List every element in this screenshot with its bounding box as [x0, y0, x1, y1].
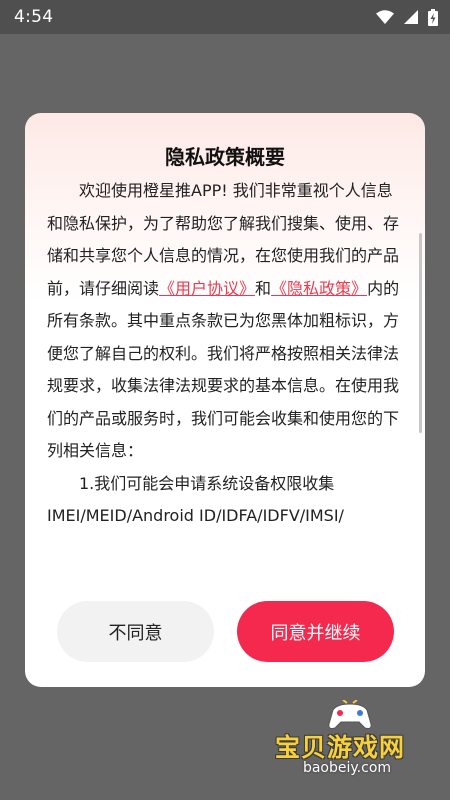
content-fade — [25, 553, 425, 599]
watermark: 宝贝游戏网 baobeiy.com — [275, 699, 445, 790]
terms-text: 内的所有条款。其中重点条款已为您黑体加粗标识，方便您了解自己的权利。我们将严格按… — [47, 278, 400, 461]
dialog-title: 隐私政策概要 — [165, 145, 285, 169]
policy-paragraph-intro: 欢迎使用橙星推APP! 我们非常重视个人信息和隐私保护，为了帮助您了解我们搜集、… — [47, 175, 405, 468]
signal-icon — [404, 10, 418, 24]
content-scrollbar[interactable] — [419, 233, 422, 433]
status-icons — [376, 8, 438, 26]
and-text: 和 — [255, 278, 272, 298]
watermark-text: 宝贝游戏网 — [275, 733, 406, 762]
user-agreement-link[interactable]: 《用户协议》 — [159, 279, 255, 298]
privacy-policy-dialog: 隐私政策概要 欢迎使用橙星推APP! 我们非常重视个人信息和隐私保护，为了帮助您… — [25, 113, 425, 687]
status-time: 4:54 — [14, 7, 54, 27]
watermark-url: baobeiy.com — [302, 760, 392, 776]
wifi-icon — [376, 10, 394, 24]
privacy-policy-link[interactable]: 《隐私政策》 — [271, 279, 367, 298]
agree-continue-button[interactable]: 同意并继续 — [237, 601, 394, 662]
policy-paragraph-permissions: 1.我们可能会申请系统设备权限收集IMEI/MEID/Android ID/ID… — [47, 473, 344, 526]
status-bar: 4:54 — [0, 0, 450, 34]
battery-charging-icon — [428, 8, 438, 26]
disagree-button[interactable]: 不同意 — [57, 601, 214, 662]
